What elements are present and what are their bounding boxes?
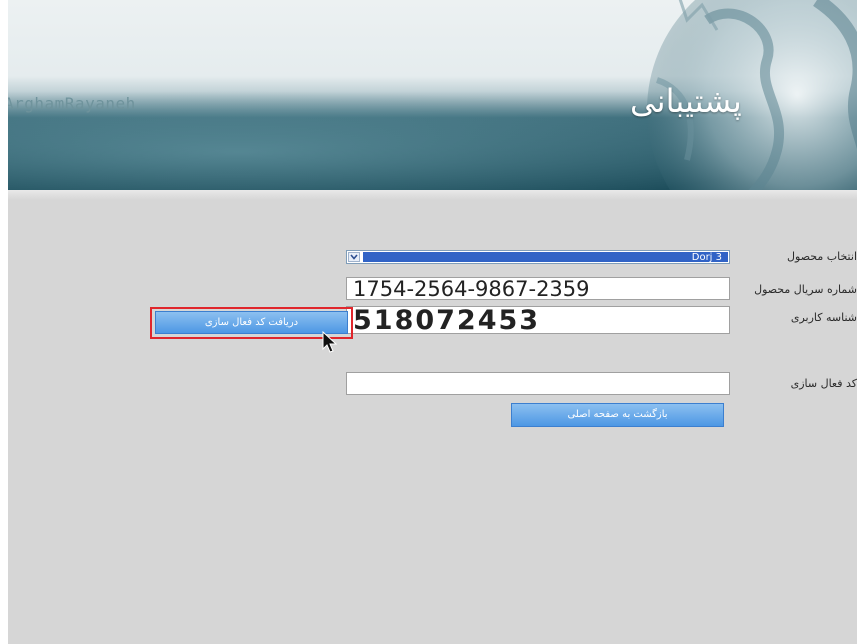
- get-activation-code-button[interactable]: دریافت کد فعال سازی: [155, 311, 348, 334]
- header-banner: ArghamRayaneh پشتیبانی: [8, 0, 857, 190]
- brand-text: ArghamRayaneh: [8, 94, 136, 113]
- user-id-field[interactable]: 518072453: [346, 306, 730, 334]
- mouse-pointer-icon: [322, 331, 338, 353]
- product-selected-value: Dorj 3: [691, 252, 722, 263]
- product-label: انتخاب محصول: [787, 250, 857, 263]
- product-select-highlight: Dorj 3: [363, 252, 728, 263]
- user-id-label: شناسه کاربری: [790, 311, 857, 324]
- activation-code-field[interactable]: [346, 372, 730, 395]
- serial-field[interactable]: 1754-2564-9867-2359: [346, 277, 730, 300]
- serial-label: شماره سریال محصول: [754, 283, 857, 296]
- activation-label: کد فعال سازی: [790, 377, 857, 390]
- product-select[interactable]: Dorj 3: [346, 250, 730, 264]
- banner-divider: [8, 190, 857, 200]
- page-title: پشتیبانی: [630, 82, 742, 120]
- page: ArghamRayaneh پشتیبانی انتخاب محصول Dorj…: [8, 0, 857, 644]
- back-to-home-button[interactable]: بازگشت به صفحه اصلی: [511, 403, 724, 427]
- chevron-down-icon[interactable]: [348, 252, 360, 262]
